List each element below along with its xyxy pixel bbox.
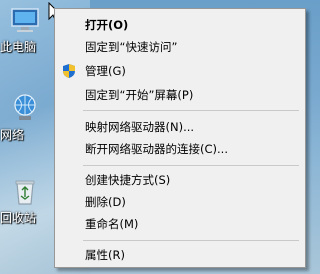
context-menu: 打开(O) 固定到“快速访问” 管理(G) 固定到“开始”屏幕(P) 映射网络驱… — [54, 8, 306, 268]
desktop-icon-label: 此电脑 — [0, 40, 37, 54]
desktop-icon-label: 回收站 — [0, 211, 37, 225]
menu-item-open[interactable]: 打开(O) — [55, 14, 305, 36]
menu-item-disconnect-network-drive[interactable]: 断开网络驱动器的连接(C)... — [55, 138, 305, 160]
menu-item-delete[interactable]: 删除(D) — [55, 191, 305, 213]
desktop-icon-recycle-bin[interactable]: 回收站 — [0, 175, 50, 226]
menu-item-label: 断开网络驱动器的连接(C)... — [85, 142, 228, 156]
menu-item-create-shortcut[interactable]: 创建快捷方式(S) — [55, 169, 305, 191]
menu-separator — [83, 240, 299, 241]
menu-item-label: 属性(R) — [85, 248, 125, 262]
menu-item-label: 固定到“快速访问” — [85, 40, 178, 54]
desktop-icon-label: 网络 — [0, 128, 25, 142]
menu-item-label: 固定到“开始”屏幕(P) — [85, 88, 194, 102]
recycle-bin-icon — [15, 180, 35, 205]
desktop: 此电脑 网络 回收站 打开(O) 固定到“快速访问” 管理(G) 固定到“开始”… — [0, 0, 313, 274]
menu-item-label: 映射网络驱动器(N)... — [85, 120, 195, 134]
menu-separator — [83, 110, 299, 111]
menu-separator — [83, 165, 299, 166]
menu-item-rename[interactable]: 重命名(M) — [55, 213, 305, 235]
computer-icon — [11, 8, 39, 32]
menu-item-label: 创建快捷方式(S) — [85, 173, 171, 187]
desktop-icon-this-pc[interactable]: 此电脑 — [0, 4, 50, 55]
menu-item-label: 打开(O) — [85, 18, 129, 32]
menu-item-label: 重命名(M) — [85, 217, 139, 231]
network-icon — [14, 94, 36, 120]
menu-item-manage[interactable]: 管理(G) — [55, 60, 305, 82]
uac-shield-icon — [63, 64, 75, 78]
menu-item-map-network-drive[interactable]: 映射网络驱动器(N)... — [55, 116, 305, 138]
menu-item-label: 删除(D) — [85, 195, 126, 209]
menu-item-pin-start[interactable]: 固定到“开始”屏幕(P) — [55, 84, 305, 106]
menu-item-pin-quick-access[interactable]: 固定到“快速访问” — [55, 36, 305, 58]
menu-item-properties[interactable]: 属性(R) — [55, 244, 305, 266]
menu-item-label: 管理(G) — [85, 64, 126, 78]
desktop-icon-network[interactable]: 网络 — [0, 92, 50, 143]
